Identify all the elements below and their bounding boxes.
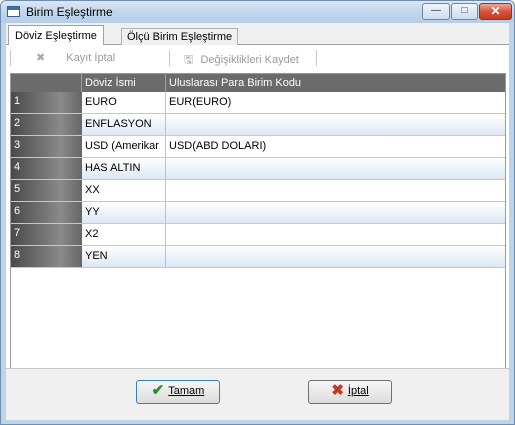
cancel-record-label: Kayıt İptal — [66, 52, 116, 64]
table-row[interactable]: 5 XX — [11, 180, 505, 202]
minimize-button[interactable]: — — [422, 3, 450, 20]
toolbar-separator — [316, 50, 317, 66]
ok-button[interactable]: ✔ Tamam — [136, 380, 220, 404]
ok-label: Tamam — [168, 385, 205, 398]
app-window: Birim Eşleştirme — □ ✕ Döviz Eşleştirme … — [0, 0, 515, 425]
maximize-button[interactable]: □ — [451, 3, 478, 20]
currency-code-cell[interactable]: EUR(EURO) — [166, 92, 505, 114]
table-row[interactable]: 4 HAS ALTIN — [11, 158, 505, 180]
toolbar-separator — [169, 50, 170, 66]
currency-code-cell[interactable] — [166, 202, 505, 224]
currency-code-cell[interactable] — [166, 114, 505, 136]
currency-name-cell[interactable]: YEN — [82, 246, 166, 268]
row-number[interactable]: 3 — [11, 136, 82, 158]
currency-name-cell[interactable]: XX — [82, 180, 166, 202]
currency-name-cell[interactable]: HAS ALTIN — [82, 158, 166, 180]
currency-name-cell[interactable]: USD (Amerikar — [82, 136, 166, 158]
close-button[interactable]: ✕ — [479, 3, 512, 20]
title-bar[interactable]: Birim Eşleştirme — □ ✕ — [1, 1, 514, 23]
save-changes-button[interactable]: 🖫 Değişiklikleri Kaydet — [184, 51, 299, 70]
row-number[interactable]: 1 — [11, 92, 82, 114]
row-number[interactable]: 5 — [11, 180, 82, 202]
currency-code-cell[interactable] — [166, 246, 505, 268]
row-number[interactable]: 6 — [11, 202, 82, 224]
currency-code-cell[interactable]: USD(ABD DOLARI) — [166, 136, 505, 158]
table-row[interactable]: 1 EURO EUR(EURO) — [11, 92, 505, 114]
window-icon — [7, 6, 20, 17]
floppy-disk-icon: 🖫 — [184, 54, 194, 66]
save-changes-label: Değişiklikleri Kaydet — [200, 54, 299, 66]
grid-header: Döviz İsmi Uluslarası Para Birim Kodu — [11, 74, 505, 92]
x-icon: ✖ — [331, 382, 344, 400]
dialog-footer: ✔ Tamam ✖ İptal — [6, 368, 509, 420]
currency-grid[interactable]: Döviz İsmi Uluslarası Para Birim Kodu 1 … — [10, 73, 506, 369]
grid-header-rownum[interactable] — [11, 74, 82, 92]
currency-name-cell[interactable]: ENFLASYON — [82, 114, 166, 136]
table-row[interactable]: 2 ENFLASYON — [11, 114, 505, 136]
checkmark-icon: ✔ — [151, 382, 165, 400]
row-number[interactable]: 4 — [11, 158, 82, 180]
cancel-record-button[interactable]: ✖ Kayıt İptal — [36, 51, 115, 64]
cancel-button[interactable]: ✖ İptal — [308, 380, 392, 404]
window-title: Birim Eşleştirme — [26, 5, 113, 19]
tab-olcu-birim-eslestirme[interactable]: Ölçü Birim Eşleştirme — [121, 28, 239, 45]
table-row[interactable]: 3 USD (Amerikar USD(ABD DOLARI) — [11, 136, 505, 158]
row-number[interactable]: 2 — [11, 114, 82, 136]
grid-header-currency-name[interactable]: Döviz İsmi — [82, 74, 166, 92]
currency-name-cell[interactable]: YY — [82, 202, 166, 224]
tab-doviz-eslestirme[interactable]: Döviz Eşleştirme — [8, 25, 104, 46]
currency-name-cell[interactable]: X2 — [82, 224, 166, 246]
table-row[interactable]: 7 X2 — [11, 224, 505, 246]
row-number[interactable]: 7 — [11, 224, 82, 246]
table-row[interactable]: 6 YY — [11, 202, 505, 224]
toolbar-separator — [10, 50, 11, 66]
tab-page-doviz: ✖ Kayıt İptal 🖫 Değişiklikleri Kaydet Dö… — [6, 45, 509, 388]
currency-code-cell[interactable] — [166, 180, 505, 202]
grid-header-currency-code[interactable]: Uluslarası Para Birim Kodu — [166, 74, 505, 92]
tab-strip: Döviz Eşleştirme Ölçü Birim Eşleştirme — [6, 23, 509, 46]
cancel-label: İptal — [347, 385, 369, 398]
currency-code-cell[interactable] — [166, 158, 505, 180]
row-number[interactable]: 8 — [11, 246, 82, 268]
currency-code-cell[interactable] — [166, 224, 505, 246]
currency-name-cell[interactable]: EURO — [82, 92, 166, 114]
window-client: Döviz Eşleştirme Ölçü Birim Eşleştirme ✖… — [6, 23, 509, 420]
toolbar: ✖ Kayıt İptal 🖫 Değişiklikleri Kaydet — [6, 45, 509, 71]
table-row[interactable]: 8 YEN — [11, 246, 505, 268]
x-icon: ✖ — [36, 52, 46, 64]
